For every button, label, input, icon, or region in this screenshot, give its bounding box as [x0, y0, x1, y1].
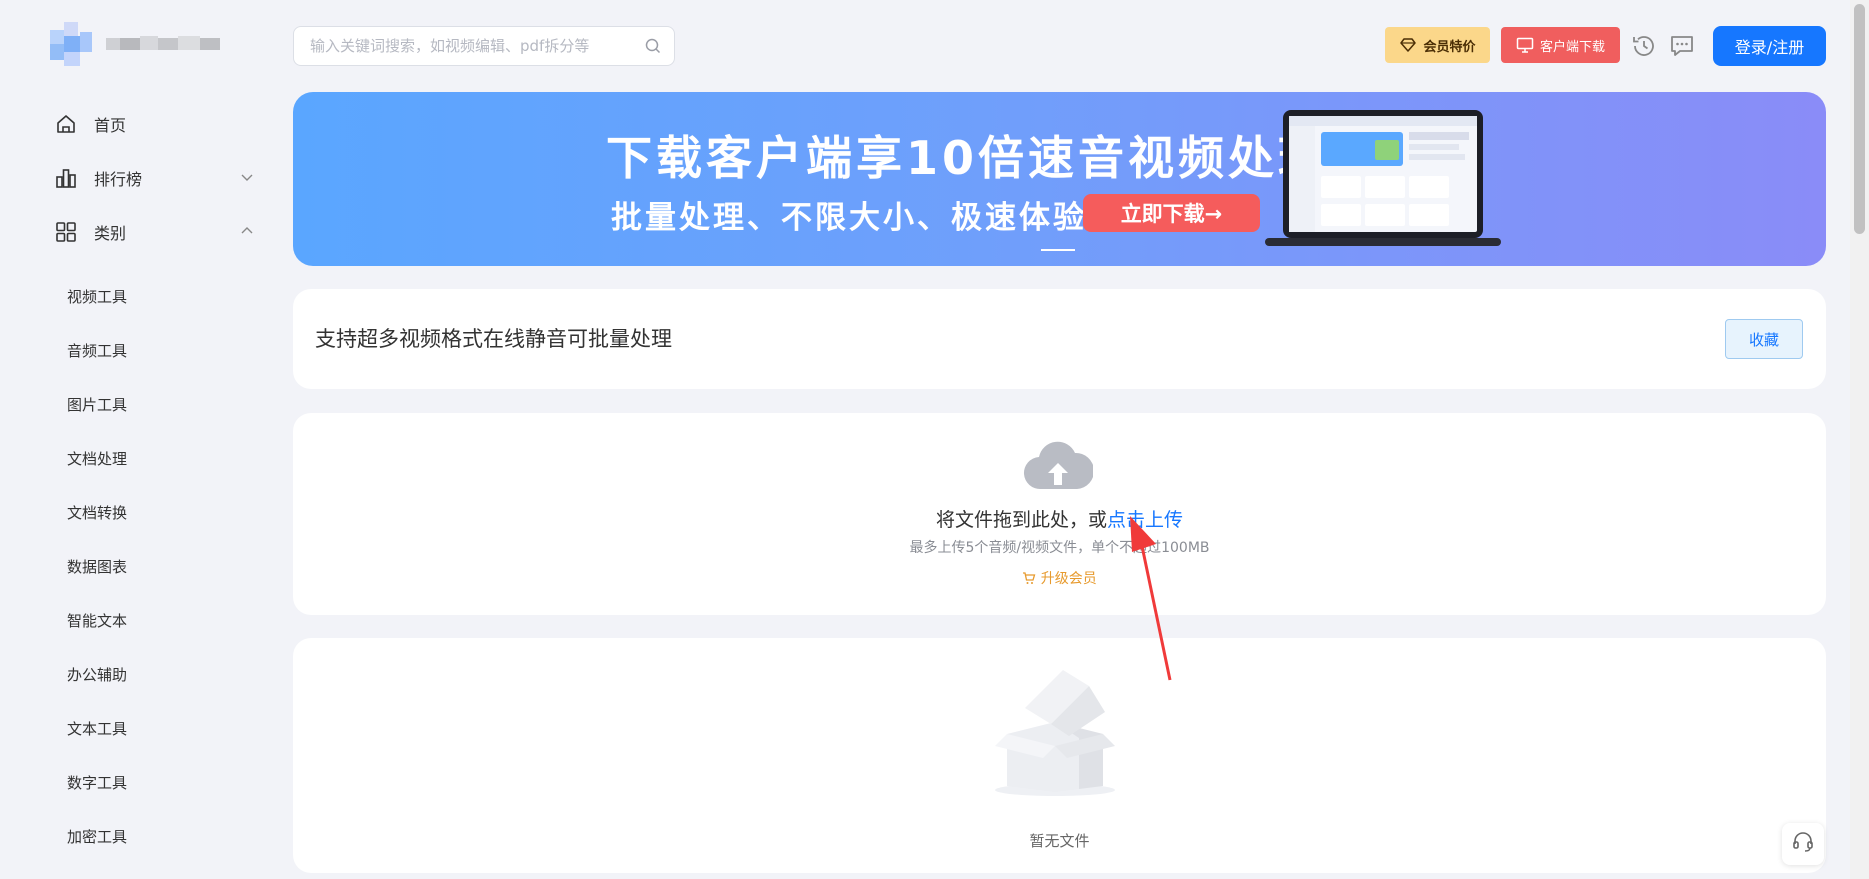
- logo-pixel: [106, 38, 120, 50]
- grid-icon: [55, 221, 77, 243]
- nav-category[interactable]: 类别: [55, 215, 255, 249]
- upload-text-prefix: 将文件拖到此处，或: [935, 509, 1107, 531]
- nav-ranking-label: 排行榜: [94, 170, 143, 189]
- upload-instruction: 将文件拖到此处，或点击上传: [293, 505, 1826, 532]
- history-icon[interactable]: [1630, 32, 1658, 60]
- chevron-down-icon[interactable]: [239, 169, 255, 185]
- banner-pagination-dot[interactable]: [1041, 249, 1075, 251]
- home-icon: [55, 113, 77, 135]
- nav-home-label: 首页: [94, 116, 127, 135]
- upload-limit-hint: 最多上传5个音频/视频文件，单个不超过100MB: [909, 540, 1210, 556]
- category-video-tools[interactable]: 视频工具: [67, 285, 127, 309]
- logo-pixel: [200, 38, 220, 50]
- category-text-tools[interactable]: 文本工具: [67, 717, 127, 741]
- category-smart-text[interactable]: 智能文本: [67, 609, 127, 633]
- vip-special-label: 会员特价: [1423, 39, 1476, 55]
- logo-pixel: [50, 44, 64, 60]
- logo-pixel: [140, 36, 158, 50]
- banner-download-button[interactable]: 立即下载→: [1083, 194, 1260, 232]
- logo-pixel: [80, 32, 92, 52]
- customer-support-button[interactable]: [1782, 823, 1824, 865]
- scrollbar-thumb[interactable]: [1854, 4, 1865, 234]
- nav-category-label: 类别: [94, 224, 127, 243]
- logo-pixel: [120, 38, 140, 50]
- annotation-arrow: [1120, 510, 1180, 685]
- promo-banner[interactable]: 下载客户端享10倍速音视频处理 批量处理、不限大小、极速体验 立即下载→: [293, 92, 1826, 266]
- page-scrollbar[interactable]: [1850, 0, 1869, 879]
- client-download-button[interactable]: 客户端下载: [1501, 27, 1620, 63]
- monitor-icon: [1516, 36, 1534, 54]
- upgrade-member-label: 升级会员: [1040, 571, 1097, 587]
- headset-icon: [1791, 830, 1815, 858]
- upload-dropzone[interactable]: 将文件拖到此处，或点击上传 最多上传5个音频/视频文件，单个不超过100MB 升…: [293, 413, 1826, 615]
- page: 首页 排行榜 类别 视频工具 音频工具 图片工具 文档处理 文档转换 数据图表: [0, 0, 1869, 879]
- file-list-card: 暂无文件: [293, 638, 1826, 873]
- logo-pixel: [158, 38, 178, 50]
- nav-home[interactable]: 首页: [55, 107, 255, 141]
- sidebar: 首页 排行榜 类别 视频工具 音频工具 图片工具 文档处理 文档转换 数据图表: [0, 0, 290, 879]
- logo-pixel: [64, 36, 80, 52]
- logo[interactable]: [50, 22, 220, 72]
- search-icon[interactable]: [644, 37, 662, 55]
- logo-pixel: [64, 22, 78, 36]
- client-download-label: 客户端下载: [1539, 39, 1605, 55]
- laptop-illustration: [1265, 108, 1505, 250]
- bar-chart-icon: [55, 167, 77, 189]
- banner-subtitle: 批量处理、不限大小、极速体验: [611, 200, 1087, 236]
- chevron-up-icon[interactable]: [239, 223, 255, 239]
- upgrade-member-link[interactable]: 升级会员: [293, 568, 1826, 588]
- favorite-button[interactable]: 收藏: [1725, 319, 1803, 359]
- banner-title: 下载客户端享10倍速音视频处理: [606, 131, 1329, 185]
- nav-ranking[interactable]: 排行榜: [55, 161, 255, 195]
- logo-pixel: [64, 52, 80, 66]
- category-encryption-tools[interactable]: 加密工具: [67, 825, 127, 849]
- category-audio-tools[interactable]: 音频工具: [67, 339, 127, 363]
- logo-pixel: [178, 36, 200, 50]
- category-doc-processing[interactable]: 文档处理: [67, 447, 127, 471]
- search-input[interactable]: [310, 37, 644, 55]
- category-number-tools[interactable]: 数字工具: [67, 771, 127, 795]
- tool-title: 支持超多视频格式在线静音可批量处理: [315, 327, 672, 351]
- vip-special-button[interactable]: 会员特价: [1385, 27, 1490, 63]
- cloud-upload-icon: [1023, 439, 1095, 491]
- cart-icon: [1022, 571, 1040, 587]
- diamond-icon: [1399, 36, 1417, 54]
- search-box[interactable]: [293, 26, 675, 66]
- category-office-assist[interactable]: 办公辅助: [67, 663, 127, 687]
- category-doc-conversion[interactable]: 文档转换: [67, 501, 127, 525]
- category-data-charts[interactable]: 数据图表: [67, 555, 127, 579]
- tool-title-card: 支持超多视频格式在线静音可批量处理 收藏: [293, 289, 1826, 389]
- message-icon[interactable]: [1668, 32, 1696, 60]
- empty-files-text: 暂无文件: [1029, 832, 1090, 850]
- empty-box-icon: [985, 668, 1125, 798]
- category-image-tools[interactable]: 图片工具: [67, 393, 127, 417]
- login-register-button[interactable]: 登录/注册: [1713, 26, 1826, 66]
- logo-pixel: [50, 30, 64, 44]
